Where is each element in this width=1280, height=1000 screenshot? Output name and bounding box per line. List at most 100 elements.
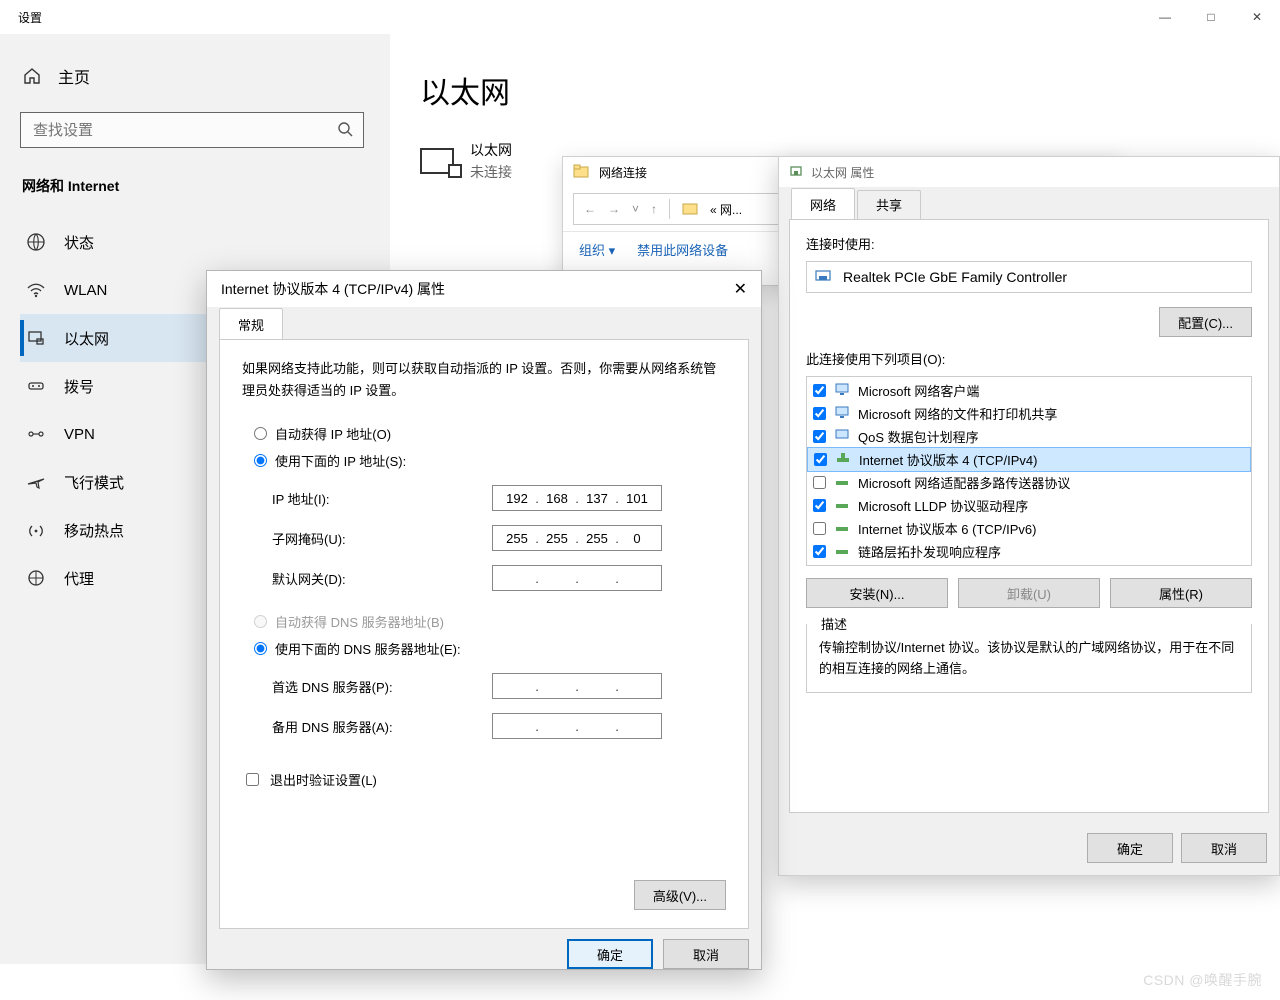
list-item[interactable]: Microsoft 网络的文件和打印机共享 — [807, 402, 1251, 425]
radio-input[interactable] — [254, 454, 267, 467]
search-box[interactable] — [20, 112, 364, 148]
validate-on-exit-checkbox[interactable]: 退出时验证设置(L) — [242, 770, 726, 789]
preferred-dns-input[interactable]: ... — [492, 673, 662, 699]
close-icon[interactable]: ✕ — [734, 279, 747, 299]
item-checkbox[interactable] — [813, 476, 826, 489]
radio-label: 自动获得 IP 地址(O) — [275, 424, 391, 443]
minimize-button[interactable]: ― — [1142, 1, 1188, 33]
uninstall-button[interactable]: 卸载(U) — [958, 578, 1100, 608]
gateway-input[interactable]: ... — [492, 565, 662, 591]
close-button[interactable]: ✕ — [1234, 1, 1280, 33]
list-item[interactable]: Internet 协议版本 6 (TCP/IPv6) — [807, 517, 1251, 540]
airplane-icon — [26, 472, 46, 492]
home-icon — [22, 66, 42, 86]
search-input[interactable] — [31, 121, 337, 140]
list-item[interactable]: Internet 协议版本 4 (TCP/IPv4) — [807, 447, 1251, 472]
radio-manual-dns[interactable]: 使用下面的 DNS 服务器地址(E): — [254, 639, 726, 658]
protocol-icon — [834, 474, 850, 491]
window-titlebar: 设置 ― □ ✕ — [0, 0, 1280, 34]
disable-device-link[interactable]: 禁用此网络设备 — [637, 240, 728, 259]
item-label: Microsoft 网络的文件和打印机共享 — [858, 404, 1057, 423]
properties-button[interactable]: 属性(R) — [1110, 578, 1252, 608]
list-item[interactable]: Microsoft LLDP 协议驱动程序 — [807, 494, 1251, 517]
page-title: 以太网 — [420, 68, 1240, 112]
cancel-button[interactable]: 取消 — [663, 939, 749, 969]
ip-address-input[interactable]: 192.168.137.101 — [492, 485, 662, 511]
alternate-dns-input[interactable]: ... — [492, 713, 662, 739]
ethernet-name: 以太网 — [470, 140, 512, 160]
vpn-icon — [26, 424, 46, 444]
nav-label: 代理 — [64, 568, 94, 589]
tab-share[interactable]: 共享 — [857, 190, 921, 222]
nic-icon — [815, 269, 833, 286]
dialog-title: Internet 协议版本 4 (TCP/IPv4) 属性 — [221, 279, 445, 299]
nav-label: 飞行模式 — [64, 472, 124, 493]
item-label: Microsoft LLDP 协议驱动程序 — [858, 496, 1028, 515]
item-checkbox[interactable] — [813, 499, 826, 512]
item-label: Microsoft 网络客户端 — [858, 381, 979, 400]
monitor-icon — [834, 428, 850, 445]
list-item[interactable]: 链路层拓扑发现响应程序 — [807, 540, 1251, 563]
item-checkbox[interactable] — [814, 453, 827, 466]
nav-label: 移动热点 — [64, 520, 124, 541]
radio-auto-ip[interactable]: 自动获得 IP 地址(O) — [254, 424, 726, 443]
radio-manual-ip[interactable]: 使用下面的 IP 地址(S): — [254, 451, 726, 470]
up-icon[interactable]: ↑ — [651, 202, 657, 216]
list-item[interactable]: Microsoft 网络适配器多路传送器协议 — [807, 471, 1251, 494]
connect-using-label: 连接时使用: — [806, 234, 1252, 253]
globe-icon — [26, 232, 46, 252]
wifi-icon — [26, 280, 46, 300]
recent-dropdown-icon[interactable]: ˅ — [632, 202, 639, 216]
preferred-dns-label: 首选 DNS 服务器(P): — [272, 677, 492, 696]
tab-content: 如果网络支持此功能，则可以获取自动指派的 IP 设置。否则，你需要从网络系统管理… — [219, 339, 749, 929]
back-icon[interactable]: ← — [584, 202, 596, 216]
advanced-button[interactable]: 高级(V)... — [634, 880, 726, 910]
item-checkbox[interactable] — [813, 407, 826, 420]
ipv4-properties-dialog: Internet 协议版本 4 (TCP/IPv4) 属性 ✕ 常规 如果网络支… — [206, 270, 762, 970]
forward-icon[interactable]: → — [608, 202, 620, 216]
nav-label: 拨号 — [64, 376, 94, 397]
nav-label: VPN — [64, 426, 95, 443]
items-label: 此连接使用下列项目(O): — [806, 349, 1252, 368]
item-checkbox[interactable] — [813, 522, 826, 535]
tab-network[interactable]: 网络 — [791, 188, 855, 220]
home-link[interactable]: 主页 — [20, 58, 370, 112]
install-button[interactable]: 安装(N)... — [806, 578, 948, 608]
radio-label: 使用下面的 IP 地址(S): — [275, 451, 406, 470]
radio-label: 使用下面的 DNS 服务器地址(E): — [275, 639, 461, 658]
item-label: Microsoft 网络适配器多路传送器协议 — [858, 473, 1070, 492]
window-title: 设置 — [18, 9, 42, 26]
list-item[interactable]: Microsoft 网络客户端 — [807, 379, 1251, 402]
nav-label: 状态 — [64, 232, 94, 253]
subnet-mask-input[interactable]: 255.255.255.0 — [492, 525, 662, 551]
item-label: 链路层拓扑发现响应程序 — [858, 542, 1001, 561]
dialog-title: 以太网 属性 — [811, 164, 874, 181]
item-checkbox[interactable] — [813, 384, 826, 397]
maximize-button[interactable]: □ — [1188, 1, 1234, 33]
items-list[interactable]: Microsoft 网络客户端 Microsoft 网络的文件和打印机共享 Qo… — [806, 376, 1252, 566]
organize-menu[interactable]: 组织 ▾ — [579, 240, 615, 259]
radio-input[interactable] — [254, 642, 267, 655]
checkbox-label: 退出时验证设置(L) — [270, 770, 377, 789]
ethernet-properties-dialog: 以太网 属性 网络 共享 连接时使用: Realtek PCIe GbE Fam… — [778, 156, 1280, 876]
description-legend: 描述 — [817, 614, 851, 633]
nav-status[interactable]: 状态 — [20, 218, 370, 266]
item-checkbox[interactable] — [813, 430, 826, 443]
tab-general[interactable]: 常规 — [219, 308, 283, 340]
item-checkbox[interactable] — [813, 545, 826, 558]
checkbox-input[interactable] — [246, 773, 259, 786]
protocol-icon — [834, 543, 850, 560]
home-label: 主页 — [58, 64, 90, 88]
ok-button[interactable]: 确定 — [1087, 833, 1173, 863]
gateway-label: 默认网关(D): — [272, 569, 492, 588]
sidebar-heading: 网络和 Internet — [20, 176, 370, 196]
list-item[interactable]: QoS 数据包计划程序 — [807, 425, 1251, 448]
help-text: 如果网络支持此功能，则可以获取自动指派的 IP 设置。否则，你需要从网络系统管理… — [242, 358, 726, 402]
configure-button[interactable]: 配置(C)... — [1159, 307, 1252, 337]
item-label: Internet 协议版本 6 (TCP/IPv6) — [858, 519, 1036, 538]
cancel-button[interactable]: 取消 — [1181, 833, 1267, 863]
ok-button[interactable]: 确定 — [567, 939, 653, 969]
radio-input[interactable] — [254, 427, 267, 440]
adapter-box[interactable]: Realtek PCIe GbE Family Controller — [806, 261, 1252, 293]
address-crumb[interactable]: « 网... — [710, 201, 742, 218]
